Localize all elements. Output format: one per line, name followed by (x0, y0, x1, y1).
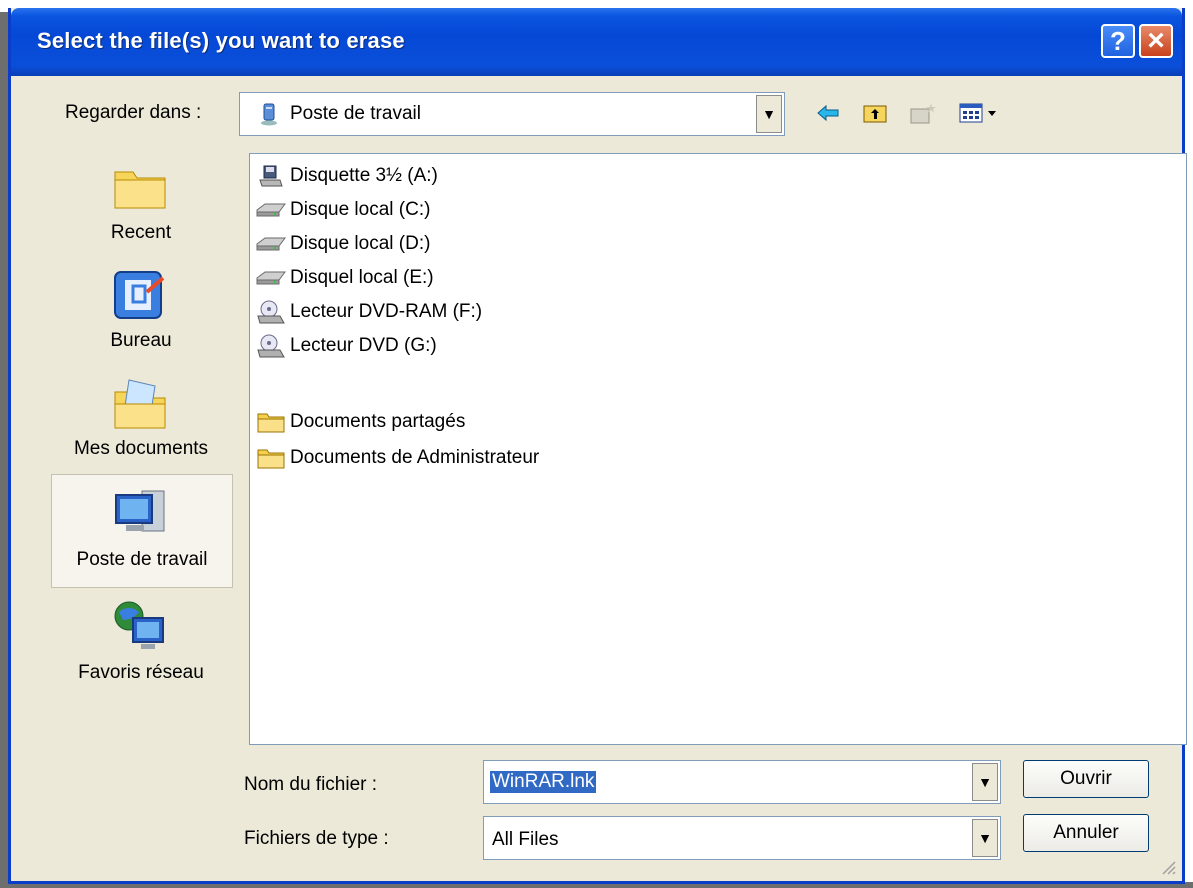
chevron-down-icon[interactable]: ▼ (756, 95, 782, 133)
place-label: Mes documents (73, 438, 209, 459)
place-label: Poste de travail (76, 549, 208, 570)
folder-icon (254, 409, 288, 435)
list-item-label: Disquette 3½ (A:) (290, 165, 438, 186)
filename-label: Nom du fichier : (244, 774, 378, 795)
cancel-button[interactable]: Annuler (1023, 814, 1149, 852)
place-network[interactable]: Favoris réseau (51, 588, 231, 698)
hard-drive-icon (254, 231, 288, 257)
list-item-label: Disquel local (E:) (290, 267, 434, 288)
list-item[interactable]: Disquette 3½ (A:) (254, 162, 438, 190)
view-menu-icon[interactable] (957, 100, 1003, 126)
places-bar: Recent Bureau Mes documents Poste de tra… (51, 148, 233, 748)
filename-value: WinRAR.lnk (490, 771, 597, 793)
file-list[interactable]: Disquette 3½ (A:) Disque local (C:) Disq… (249, 153, 1187, 745)
place-label: Favoris réseau (78, 662, 204, 683)
list-item-label: Documents de Administrateur (290, 447, 540, 468)
look-in-value: Poste de travail (290, 103, 421, 124)
place-my-documents[interactable]: Mes documents (51, 364, 231, 474)
chevron-down-icon[interactable]: ▼ (972, 819, 998, 857)
list-item[interactable]: Documents de Administrateur (254, 444, 539, 472)
desktop-icon (111, 266, 169, 324)
new-folder-icon[interactable] (909, 100, 937, 126)
place-label: Bureau (110, 330, 172, 351)
list-item-label: Lecteur DVD (G:) (290, 335, 437, 356)
place-my-computer[interactable]: Poste de travail (51, 474, 233, 588)
list-item[interactable]: Disque local (D:) (254, 230, 430, 258)
hard-drive-icon (254, 197, 288, 223)
filename-input[interactable]: WinRAR.lnk ▼ (483, 760, 1001, 804)
recent-folder-icon (111, 158, 169, 216)
list-item-label: Disque local (D:) (290, 233, 431, 254)
network-icon (111, 598, 169, 656)
up-folder-icon[interactable] (861, 100, 889, 126)
dialog-title: Select the file(s) you want to erase (37, 28, 405, 53)
place-label: Recent (110, 222, 172, 243)
look-in-dropdown[interactable]: Poste de travail ▼ (239, 92, 785, 136)
title-bar[interactable]: Select the file(s) you want to erase ? × (11, 8, 1182, 76)
back-arrow-icon[interactable] (815, 100, 843, 126)
place-recent[interactable]: Recent (51, 148, 231, 258)
help-button[interactable]: ? (1101, 24, 1135, 58)
list-item[interactable]: Lecteur DVD-RAM (F:) (254, 298, 482, 326)
chevron-down-icon[interactable]: ▼ (972, 763, 998, 801)
list-item-label: Lecteur DVD-RAM (F:) (290, 301, 483, 322)
close-button[interactable]: × (1139, 24, 1173, 58)
resize-grip-icon[interactable] (1160, 859, 1176, 875)
list-item-label: Disque local (C:) (290, 199, 431, 220)
list-item[interactable]: Lecteur DVD (G:) (254, 332, 437, 360)
place-desktop[interactable]: Bureau (51, 256, 231, 366)
open-button[interactable]: Ouvrir (1023, 760, 1149, 798)
computer-icon (258, 103, 280, 132)
list-item-label: Documents partagés (290, 411, 466, 432)
dvd-drive-icon (254, 299, 288, 325)
folder-icon (254, 445, 288, 471)
list-item[interactable]: Documents partagés (254, 408, 465, 436)
my-documents-icon (111, 374, 169, 432)
list-item[interactable]: Disquel local (E:) (254, 264, 434, 292)
filetype-dropdown[interactable]: All Files ▼ (483, 816, 1001, 860)
floppy-drive-icon (254, 163, 288, 189)
file-dialog: Select the file(s) you want to erase ? ×… (8, 8, 1187, 884)
dvd-drive-icon (254, 333, 288, 359)
filetype-value: All Files (492, 829, 559, 850)
filetype-label: Fichiers de type : (244, 828, 389, 849)
look-in-label: Regarder dans : (65, 102, 202, 123)
my-computer-icon (112, 485, 170, 543)
list-item[interactable]: Disque local (C:) (254, 196, 430, 224)
hard-drive-icon (254, 265, 288, 291)
